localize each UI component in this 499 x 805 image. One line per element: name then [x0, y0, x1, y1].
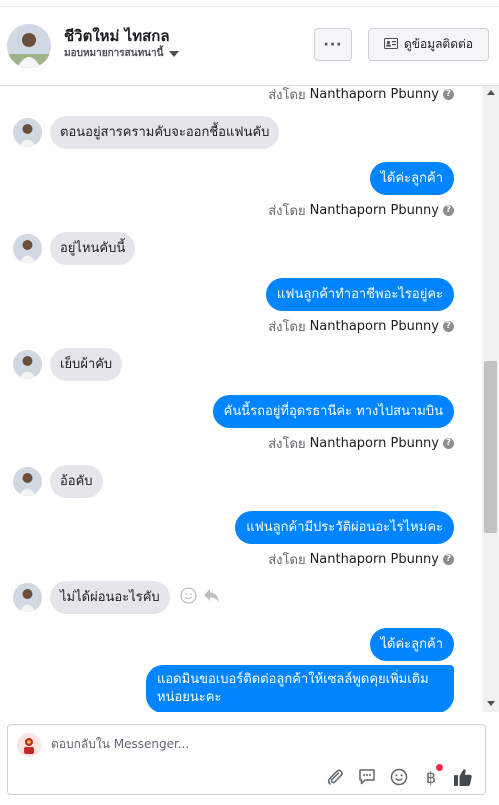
sent-by-label: ส่งโดย Nanthaporn Pbunny ?	[268, 433, 454, 454]
message-bubble-outgoing[interactable]: แฟนลูกค้าทำอาชีพอะไรอยู่คะ	[265, 278, 454, 311]
help-icon[interactable]: ?	[443, 554, 454, 565]
assign-label: มอบหมายการสนทนานี้	[64, 48, 164, 59]
smiley-icon[interactable]	[389, 767, 409, 787]
assign-conversation-dropdown[interactable]: มอบหมายการสนทนานี้	[64, 46, 180, 61]
contact-card-icon	[383, 37, 398, 52]
message-bubble-outgoing[interactable]: คันนี้รถอยู่ที่อุดรธานีค่ะ ทางไปสนามบิน	[212, 395, 454, 428]
help-icon[interactable]: ?	[443, 205, 454, 216]
help-icon[interactable]: ?	[443, 438, 454, 449]
scroll-down-arrow-icon[interactable]	[487, 701, 495, 706]
help-icon[interactable]: ?	[443, 89, 454, 100]
message-actions	[180, 587, 220, 608]
customer-avatar[interactable]	[13, 234, 42, 263]
thumbs-up-icon[interactable]	[453, 767, 473, 787]
incoming-message: ไม่ได้ผ่อนอะไรคับ	[13, 581, 220, 614]
message-bubble-outgoing[interactable]: ได้ค่ะลูกค้า	[369, 628, 454, 661]
paperclip-icon[interactable]	[325, 767, 345, 787]
incoming-message: อยู่ไหนคับนี้	[13, 232, 136, 265]
contact-name[interactable]: ชีวิตใหม่ ไทสกล	[64, 24, 170, 48]
message-thread[interactable]: ส่งโดย Nanthaporn Pbunny ? ตอนอยู่สารครา…	[0, 86, 482, 712]
customer-avatar[interactable]	[13, 583, 42, 612]
help-icon[interactable]: ?	[443, 321, 454, 332]
sent-by-label: ส่งโดย Nanthaporn Pbunny ?	[268, 86, 454, 105]
react-smiley-icon[interactable]	[180, 587, 197, 608]
message-bubble[interactable]: อ้อคับ	[50, 465, 103, 498]
sent-by-label: ส่งโดย Nanthaporn Pbunny ?	[268, 316, 454, 337]
customer-avatar[interactable]	[13, 118, 42, 147]
customer-avatar[interactable]	[13, 467, 42, 496]
reply-composer: ฿	[7, 724, 486, 795]
composer-tools: ฿	[325, 764, 473, 787]
more-icon: ···	[323, 36, 343, 53]
scroll-thumb[interactable]	[484, 361, 497, 533]
sent-by-label: ส่งโดย Nanthaporn Pbunny ?	[268, 200, 454, 221]
incoming-message: อ้อคับ	[13, 465, 103, 498]
reply-input[interactable]	[51, 737, 351, 751]
notification-dot	[436, 764, 443, 771]
view-contact-button[interactable]: ดูข้อมูลติดต่อ	[368, 28, 489, 61]
header-divider	[0, 6, 499, 7]
message-bubble[interactable]: เย็บผ้าคับ	[50, 348, 123, 381]
view-contact-label: ดูข้อมูลติดต่อ	[403, 37, 474, 51]
incoming-message: ตอนอยู่สารครามคับจะออกชื้อแฟนคับ	[13, 116, 280, 149]
caret-down-icon	[169, 50, 180, 57]
baht-icon[interactable]: ฿	[421, 764, 443, 787]
reply-arrow-icon[interactable]	[203, 588, 220, 607]
message-bubble[interactable]: อยู่ไหนคับนี้	[50, 232, 136, 265]
contact-avatar[interactable]	[7, 24, 51, 68]
message-bubble[interactable]: ตอนอยู่สารครามคับจะออกชื้อแฟนคับ	[50, 116, 280, 149]
customer-avatar[interactable]	[13, 350, 42, 379]
incoming-message: เย็บผ้าคับ	[13, 348, 123, 381]
thread-scrollbar[interactable]	[482, 86, 499, 712]
message-bubble[interactable]: ไม่ได้ผ่อนอะไรคับ	[50, 581, 170, 614]
chat-bubble-icon[interactable]	[357, 767, 377, 787]
message-bubble-outgoing[interactable]: ได้ค่ะลูกค้า	[369, 162, 454, 195]
conversation-header: ชีวิตใหม่ ไทสกล มอบหมายการสนทนานี้ ··· ด…	[0, 0, 499, 86]
message-bubble-outgoing[interactable]: แอดมินขอเบอร์ติดต่อลูกค้าให้เซลล์พูดคุยเ…	[146, 665, 454, 712]
page-avatar	[17, 733, 41, 757]
message-bubble-outgoing[interactable]: แฟนลูกค้ามีประวัติผ่อนอะไรไหมคะ	[235, 511, 454, 544]
sent-by-label: ส่งโดย Nanthaporn Pbunny ?	[268, 549, 454, 570]
more-options-button[interactable]: ···	[314, 28, 352, 61]
scroll-up-arrow-icon[interactable]	[487, 90, 495, 95]
